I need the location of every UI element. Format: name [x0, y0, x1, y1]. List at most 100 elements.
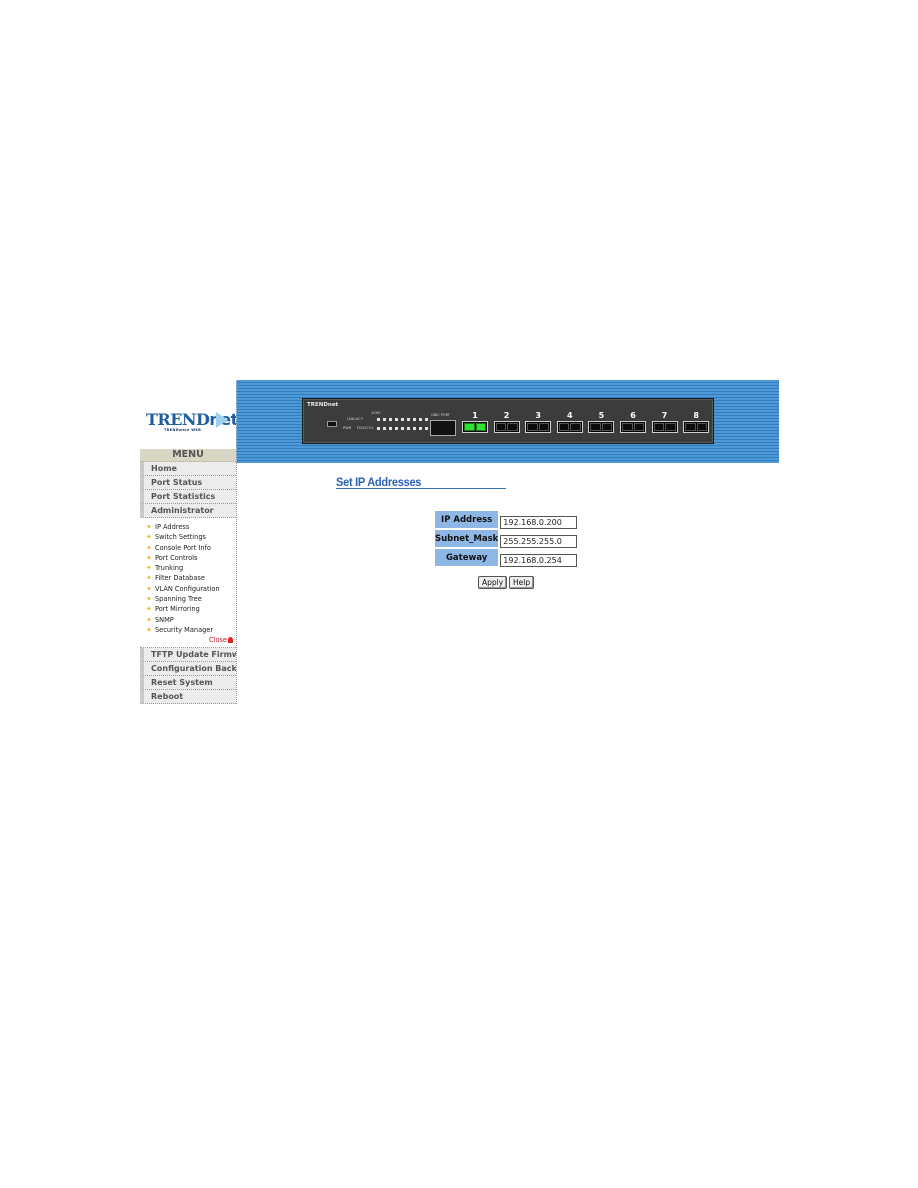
led-label-power: PWR	[343, 426, 352, 430]
bullet-icon: ✦	[146, 625, 152, 634]
table-row: IP Address	[434, 510, 578, 529]
port-jack	[590, 423, 601, 431]
submenu-port-mirroring[interactable]: ✦ Port Mirroring	[140, 604, 236, 614]
menu-item-home[interactable]: Home	[140, 462, 236, 476]
submenu-label: Spanning Tree	[155, 595, 202, 604]
menu-item-port-status[interactable]: Port Status	[140, 476, 236, 490]
submenu-switch-settings[interactable]: ✦ Switch Settings	[140, 532, 236, 542]
port-2[interactable]	[493, 421, 520, 433]
administrator-submenu: ✦ IP Address ✦ Switch Settings ✦ Console Po…	[140, 518, 236, 649]
submenu-security-manager[interactable]: ✦ Security Manager	[140, 625, 236, 635]
port-jack	[475, 423, 486, 431]
port-6[interactable]	[620, 421, 646, 433]
submenu-label: Trunking	[155, 564, 184, 573]
submenu-spanning-tree[interactable]: ✦ Spanning Tree	[140, 594, 236, 604]
port-number-label: 3	[535, 411, 541, 420]
port-jack	[633, 423, 644, 431]
gbic-label: GBIC PORT	[431, 413, 450, 417]
port-5[interactable]	[588, 421, 615, 433]
port-jack	[507, 423, 518, 431]
logo-tagline: TRENDware WEB	[164, 428, 202, 432]
bullet-icon: ✦	[146, 584, 152, 593]
bullet-icon: ✦	[146, 543, 152, 552]
table-cell	[499, 529, 578, 548]
submenu-console-port-info[interactable]: ✦ Console Port Info	[140, 543, 236, 553]
bullet-icon: ✦	[146, 564, 152, 573]
led	[377, 427, 380, 430]
ip-settings-table: IP Address Subnet_Mask Gateway	[434, 510, 578, 567]
port-number-label: 7	[661, 411, 668, 420]
subnet-mask-input[interactable]	[500, 535, 578, 548]
gbic-port[interactable]	[430, 420, 456, 436]
port-jack	[653, 423, 665, 431]
port-jack	[464, 423, 475, 431]
ip-address-input[interactable]	[500, 516, 578, 529]
trendnet-logo: TRENDnet TRENDware WEB	[140, 404, 238, 440]
bullet-icon: ✦	[146, 553, 152, 562]
help-button[interactable]: Help	[509, 576, 535, 589]
submenu-port-controls[interactable]: ✦ Port Controls	[140, 553, 236, 563]
bullet-icon: ✦	[146, 523, 152, 531]
bullet-icon: ✦	[146, 595, 152, 604]
submenu-label: Security Manager	[155, 625, 214, 634]
led	[413, 427, 416, 430]
port-jack	[495, 423, 507, 431]
port-number-label: 2	[503, 411, 510, 420]
led-label-speed: 1000	[371, 411, 381, 415]
port-7[interactable]	[651, 421, 678, 433]
port-8[interactable]	[683, 421, 710, 433]
submenu-snmp[interactable]: ✦ SNMP	[140, 615, 236, 625]
submenu-vlan-configuration[interactable]: ✦ VLAN Configuration	[140, 584, 236, 594]
port-jack	[696, 423, 708, 431]
gateway-input[interactable]	[500, 554, 578, 567]
submenu-label: Port Controls	[155, 553, 198, 562]
led	[413, 418, 416, 421]
menu-item-port-statistics[interactable]: Port Statistics	[140, 490, 236, 504]
port-1[interactable]	[462, 421, 488, 433]
menu-item-administrator[interactable]: Administrator	[140, 504, 236, 518]
bullet-icon: ✦	[146, 533, 152, 542]
menu-item-configuration-backup[interactable]: Configuration Backup	[140, 662, 236, 677]
led	[419, 418, 422, 421]
port-number-label: 6	[630, 411, 636, 420]
submenu-label: Console Port Info	[155, 543, 211, 552]
menu-item-reboot[interactable]: Reboot	[140, 690, 236, 705]
gateway-label: Gateway	[434, 548, 500, 567]
submenu-label: IP Address	[155, 523, 190, 531]
menu-item-reset-system[interactable]: Reset System	[140, 676, 236, 691]
port-3[interactable]	[525, 421, 552, 433]
port-jack	[601, 423, 613, 431]
apply-button[interactable]: Apply	[478, 576, 508, 589]
led	[401, 427, 404, 430]
logo-arrow-icon	[216, 412, 228, 428]
submenu-label: VLAN Configuration	[155, 584, 220, 593]
duplex-led-row	[377, 427, 428, 430]
led-label-link: LNK/ACT	[347, 417, 364, 421]
submenu-label: Port Mirroring	[155, 605, 200, 614]
close-icon	[228, 637, 233, 644]
led	[395, 427, 398, 430]
console-port	[327, 421, 337, 427]
title-underline	[336, 488, 506, 489]
led	[407, 418, 410, 421]
submenu-filter-database[interactable]: ✦ Filter Database	[140, 573, 236, 583]
submenu-label: SNMP	[155, 615, 174, 624]
port-jack	[538, 423, 550, 431]
submenu-close-button[interactable]: Close	[140, 635, 236, 645]
submenu-trunking[interactable]: ✦ Trunking	[140, 563, 236, 573]
submenu-ip-address[interactable]: ✦ IP Address	[140, 522, 236, 532]
bullet-icon: ✦	[146, 574, 152, 583]
table-row: Subnet_Mask	[434, 529, 578, 548]
port-4[interactable]	[556, 421, 583, 433]
menu-item-tftp-update-firmware[interactable]: TFTP Update Firmware	[140, 648, 236, 663]
led	[425, 427, 428, 430]
table-cell	[499, 548, 578, 567]
led	[395, 418, 398, 421]
bullet-icon: ✦	[146, 615, 152, 624]
led	[401, 418, 404, 421]
table-cell	[499, 510, 578, 529]
subnet-mask-label: Subnet_Mask	[434, 529, 500, 548]
led	[389, 427, 392, 430]
page-title: Set IP Addresses	[336, 475, 422, 489]
panel-brand: TRENDnet	[307, 402, 339, 408]
